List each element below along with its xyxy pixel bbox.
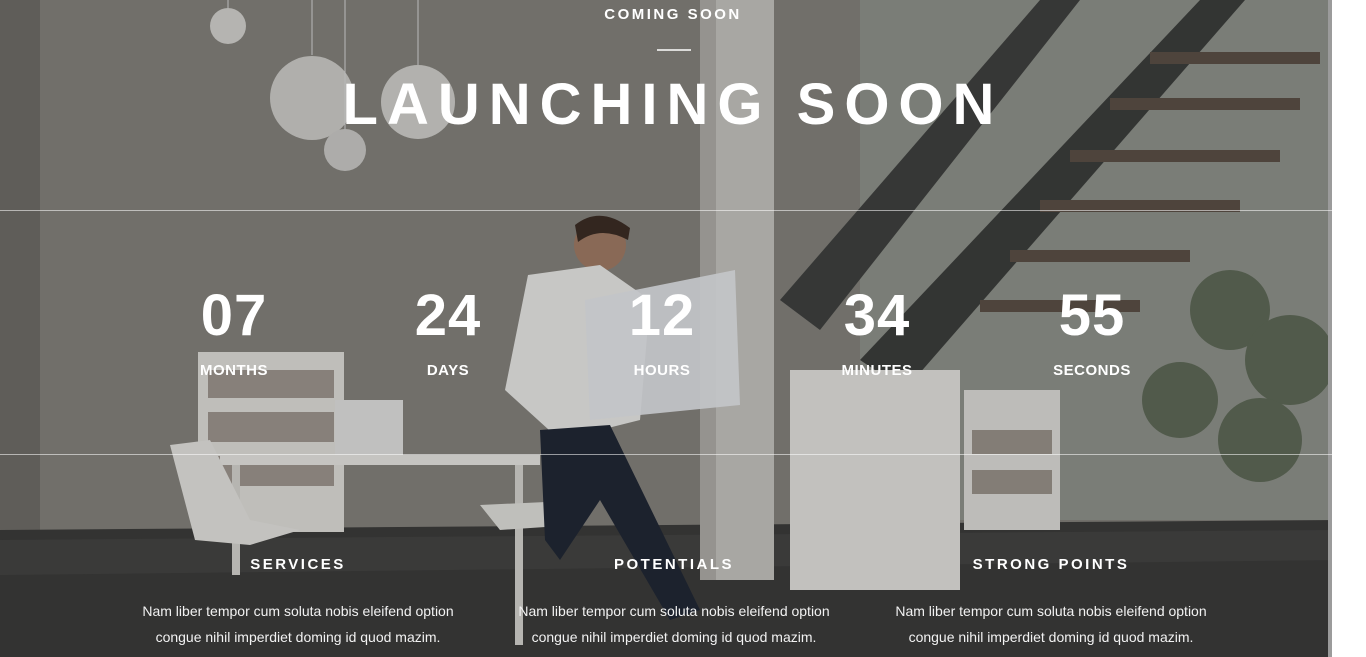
feature-description: Nam liber tempor cum soluta nobis eleife… <box>871 598 1231 650</box>
feature-potentials: POTENTIALS Nam liber tempor cum soluta n… <box>494 552 854 650</box>
countdown-value: 24 <box>414 283 482 348</box>
countdown-minutes: 34 MINUTES <box>797 282 957 379</box>
feature-description-line: Nam liber tempor cum soluta nobis eleife… <box>142 603 454 619</box>
feature-title: STRONG POINTS <box>972 556 1130 573</box>
feature-strong-points: STRONG POINTS Nam liber tempor cum solut… <box>871 552 1231 650</box>
page-title: LAUNCHING SOON <box>342 72 1004 137</box>
feature-description-line: Nam liber tempor cum soluta nobis eleife… <box>518 603 830 619</box>
countdown-label: SECONDS <box>1053 362 1131 379</box>
countdown-hours: 12 HOURS <box>582 282 742 379</box>
feature-description-line: congue nihil imperdiet doming id quod ma… <box>155 629 441 645</box>
features-section: SERVICES Nam liber tempor cum soluta nob… <box>0 552 1346 657</box>
section-divider-bottom <box>0 454 1332 455</box>
title-divider <box>657 49 691 51</box>
countdown-months: 07 MONTHS <box>154 282 314 379</box>
countdown-value: 55 <box>1058 283 1126 348</box>
countdown-value: 07 <box>200 283 268 348</box>
feature-description-line: congue nihil imperdiet doming id quod ma… <box>531 629 817 645</box>
countdown-value: 34 <box>843 283 911 348</box>
countdown-value: 12 <box>628 283 696 348</box>
feature-title: POTENTIALS <box>613 556 734 573</box>
eyebrow-label: COMING SOON <box>604 6 742 23</box>
countdown-seconds: 55 SECONDS <box>1012 282 1172 379</box>
feature-services: SERVICES Nam liber tempor cum soluta nob… <box>118 552 478 650</box>
feature-description: Nam liber tempor cum soluta nobis eleife… <box>118 598 478 650</box>
countdown-label: MINUTES <box>841 362 913 379</box>
countdown-label: DAYS <box>426 362 470 379</box>
feature-description-line: Nam liber tempor cum soluta nobis eleife… <box>895 603 1207 619</box>
countdown-days: 24 DAYS <box>368 282 528 379</box>
section-divider-top <box>0 210 1332 211</box>
feature-description-line: congue nihil imperdiet doming id quod ma… <box>908 629 1194 645</box>
countdown-label: HOURS <box>633 362 691 379</box>
countdown-timer: 07 MONTHS 24 DAYS 12 HOURS 34 MINUTES 55… <box>126 282 1200 392</box>
feature-description: Nam liber tempor cum soluta nobis eleife… <box>494 598 854 650</box>
countdown-label: MONTHS <box>200 362 268 379</box>
feature-title: SERVICES <box>250 556 346 573</box>
